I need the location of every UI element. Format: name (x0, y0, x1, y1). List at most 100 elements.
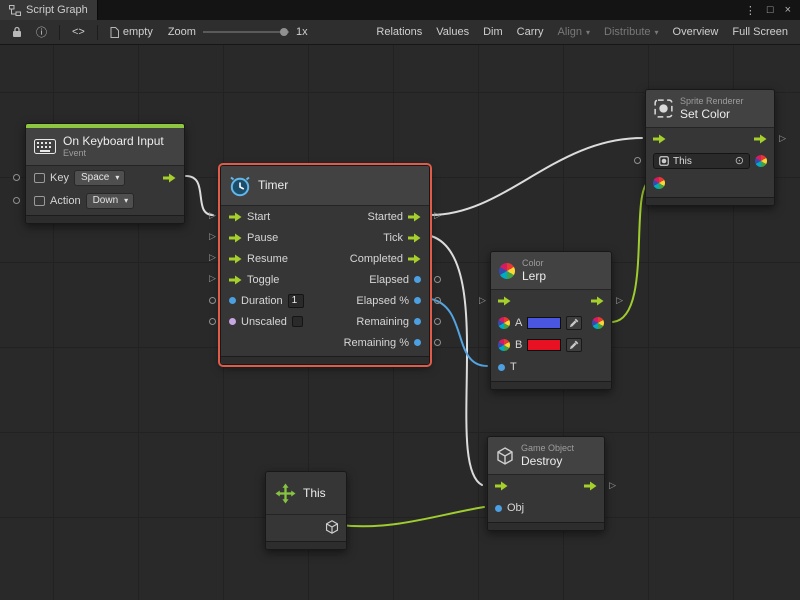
code-view-button[interactable]: <> (65, 24, 92, 40)
elapsed-outer-port[interactable] (434, 276, 441, 283)
elapsed-percent-outer-port[interactable] (434, 297, 441, 304)
color-in-port[interactable] (653, 177, 665, 189)
maximize-icon[interactable]: □ (767, 4, 774, 16)
enter-outer-port[interactable]: ▷ (479, 296, 486, 305)
chevron-down-icon: ▾ (586, 28, 590, 37)
distribute-button[interactable]: Distribute▾ (597, 24, 665, 40)
t-port[interactable] (498, 364, 505, 371)
node-header: Color Lerp (491, 252, 611, 290)
b-color-port[interactable] (498, 339, 510, 351)
wire-this-to-destroy-obj (340, 507, 484, 526)
values-button[interactable]: Values (429, 24, 476, 40)
close-icon[interactable]: × (785, 4, 791, 16)
key-row: Key Space▾ (26, 166, 184, 189)
duration-outer-port[interactable] (209, 297, 216, 304)
color-a-swatch[interactable] (527, 317, 561, 329)
node-set-color[interactable]: Sprite Renderer Set Color This ⊙ ▷ (645, 89, 775, 206)
start-port[interactable] (229, 212, 242, 222)
start-outer-port[interactable]: ▷ (209, 211, 216, 220)
target-object-field[interactable]: This ⊙ (653, 153, 750, 169)
remaining-percent-outer-port[interactable] (434, 339, 441, 346)
zoom-slider-knob[interactable] (280, 28, 288, 36)
enter-port[interactable] (495, 481, 508, 491)
toggle-outer-port[interactable]: ▷ (209, 274, 216, 283)
enter-port[interactable] (498, 296, 511, 306)
eyedropper-icon (569, 318, 579, 328)
a-color-port[interactable] (498, 317, 510, 329)
move-arrows-icon (275, 483, 296, 504)
relations-button[interactable]: Relations (369, 24, 429, 40)
duration-input[interactable]: 1 (288, 294, 304, 308)
remaining-percent-port[interactable] (414, 339, 421, 346)
key-in-port[interactable] (13, 174, 20, 181)
elapsed-port[interactable] (414, 276, 421, 283)
duration-port[interactable] (229, 297, 236, 304)
remaining-port[interactable] (414, 318, 421, 325)
exit-outer-port[interactable]: ▷ (616, 296, 623, 305)
tab-script-graph[interactable]: Script Graph (0, 0, 98, 20)
pause-port[interactable] (229, 233, 242, 243)
code-icon: <> (72, 26, 85, 38)
tick-port[interactable] (408, 233, 421, 243)
eyedropper-button[interactable] (566, 316, 582, 330)
node-title: This (303, 486, 326, 500)
graph-canvas[interactable]: On Keyboard Input Event Key Space▾ Actio… (0, 45, 800, 600)
elapsed-percent-port[interactable] (414, 297, 421, 304)
sprite-mini-icon (659, 156, 669, 166)
node-color-lerp[interactable]: Color Lerp A B T ▷ ▷ (490, 251, 612, 390)
exit-port[interactable] (591, 296, 604, 306)
node-footer (646, 197, 774, 205)
node-category: Game Object (521, 443, 574, 454)
info-button[interactable]: ⓘ (29, 22, 54, 42)
resume-outer-port[interactable]: ▷ (209, 253, 216, 262)
gameobject-cube-icon (496, 447, 514, 465)
exit-port[interactable] (584, 481, 597, 491)
lock-icon (12, 26, 22, 38)
align-button[interactable]: Align▾ (551, 24, 597, 40)
node-subtitle: Event (63, 148, 164, 159)
started-port[interactable] (408, 212, 421, 222)
lock-button[interactable] (5, 24, 29, 40)
remaining-outer-port[interactable] (434, 318, 441, 325)
node-this[interactable]: This (265, 471, 347, 550)
node-timer[interactable]: Timer StartStarted PauseTick ResumeCompl… (220, 165, 430, 365)
graph-icon (9, 5, 21, 16)
enter-port[interactable] (653, 134, 666, 144)
window-controls: ⋮ □ × (736, 0, 800, 20)
resume-port[interactable] (229, 254, 242, 264)
started-outer-port[interactable]: ▷ (434, 211, 441, 220)
exit-port[interactable] (754, 134, 767, 144)
key-dropdown[interactable]: Space▾ (74, 170, 125, 186)
unscaled-outer-port[interactable] (209, 318, 216, 325)
eyedropper-button[interactable] (566, 338, 582, 352)
exit-outer-port[interactable]: ▷ (779, 134, 786, 143)
pause-outer-port[interactable]: ▷ (209, 232, 216, 241)
action-dropdown[interactable]: Down▾ (86, 193, 135, 209)
dim-button[interactable]: Dim (476, 24, 510, 40)
fullscreen-button[interactable]: Full Screen (725, 24, 795, 40)
color-b-swatch[interactable] (527, 339, 561, 351)
exit-outer-port[interactable]: ▷ (609, 481, 616, 490)
gameobject-cube-port[interactable] (325, 520, 339, 534)
carry-button[interactable]: Carry (510, 24, 551, 40)
unscaled-port[interactable] (229, 318, 236, 325)
target-outer-port[interactable] (634, 157, 641, 164)
window-menu-icon[interactable]: ⋮ (745, 4, 756, 17)
toggle-port[interactable] (229, 275, 242, 285)
action-in-port[interactable] (13, 197, 20, 204)
object-picker-icon[interactable]: ⊙ (735, 156, 744, 167)
action-row: Action Down▾ (26, 189, 184, 212)
lerp-result-port[interactable] (592, 317, 604, 329)
breadcrumb[interactable]: empty (103, 24, 160, 40)
trigger-out-port[interactable] (163, 173, 176, 183)
obj-port[interactable] (495, 505, 502, 512)
node-header: This (266, 472, 346, 514)
zoom-slider[interactable] (203, 31, 289, 33)
overview-button[interactable]: Overview (666, 24, 726, 40)
node-header: Game Object Destroy (488, 437, 604, 475)
color-out-port[interactable] (755, 155, 767, 167)
node-destroy[interactable]: Game Object Destroy Obj ▷ (487, 436, 605, 531)
unscaled-checkbox[interactable] (292, 316, 303, 327)
node-on-keyboard-input[interactable]: On Keyboard Input Event Key Space▾ Actio… (25, 123, 185, 224)
completed-port[interactable] (408, 254, 421, 264)
